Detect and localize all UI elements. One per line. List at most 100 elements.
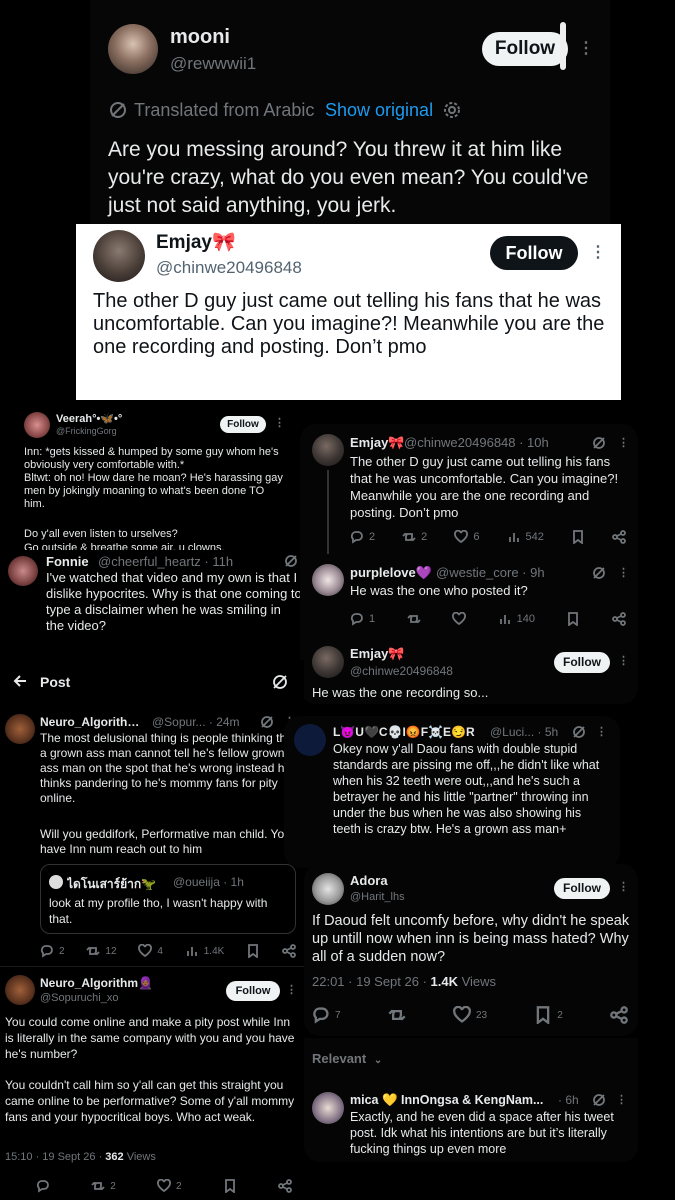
more-options-icon[interactable]: ⋮ xyxy=(578,38,595,58)
more-options-icon[interactable]: ⋮ xyxy=(274,416,286,429)
reply-button[interactable]: 2 xyxy=(350,530,375,544)
repost-button[interactable]: 12 xyxy=(86,944,117,958)
author-handle[interactable]: @Sopuruchi_xo xyxy=(40,992,118,1004)
more-options-icon[interactable]: ⋮ xyxy=(590,242,607,262)
more-options-icon[interactable]: ⋮ xyxy=(618,436,630,449)
author-handle[interactable]: @chinwe20496848 xyxy=(156,258,302,278)
author-name[interactable]: Emjay🎀 xyxy=(350,435,405,451)
follow-button[interactable]: Follow xyxy=(226,981,280,1001)
more-options-icon[interactable]: ⋮ xyxy=(616,1093,628,1106)
author-name[interactable]: Neuro_Algorithm🧕🏾 xyxy=(40,715,150,729)
avatar[interactable] xyxy=(312,434,344,466)
repost-button[interactable] xyxy=(406,612,421,626)
follow-button[interactable]: Follow xyxy=(220,416,266,433)
author-handle[interactable]: · 6h xyxy=(558,1093,579,1107)
grok-icon[interactable] xyxy=(284,554,298,568)
author-handle[interactable]: @chinwe20496848 xyxy=(350,664,453,678)
author-name[interactable]: Neuro_Algorithm🧕🏾 xyxy=(40,976,153,990)
avatar[interactable] xyxy=(294,724,326,756)
repost-button[interactable]: 2 xyxy=(91,1179,116,1193)
avatar[interactable] xyxy=(312,646,344,678)
author-handle[interactable]: @cheerful_heartz · 11h xyxy=(98,554,233,569)
author-handle[interactable]: @oueiija · 1h xyxy=(173,875,244,889)
post-header: Post xyxy=(0,660,304,704)
share-icon[interactable] xyxy=(612,612,626,626)
author-handle[interactable]: @Luci... · 5h xyxy=(490,725,558,739)
settings-gear-icon[interactable] xyxy=(442,100,462,120)
bookmark-icon[interactable] xyxy=(246,944,260,958)
scrollbar[interactable] xyxy=(560,22,566,70)
author-handle[interactable]: @chinwe20496848 · 10h xyxy=(404,435,549,450)
follow-button[interactable]: Follow xyxy=(554,878,610,899)
author-name[interactable]: Fonnie xyxy=(46,554,89,569)
reply-button[interactable] xyxy=(36,1179,50,1193)
grok-icon[interactable] xyxy=(592,566,606,580)
reply-count: 1 xyxy=(369,613,376,625)
avatar[interactable] xyxy=(5,975,35,1005)
avatar[interactable] xyxy=(93,230,145,282)
reply-button[interactable]: 2 xyxy=(40,944,65,958)
avatar[interactable] xyxy=(312,564,344,596)
views-button[interactable]: 140 xyxy=(498,612,535,626)
bookmark-icon[interactable] xyxy=(566,612,580,626)
author-handle[interactable]: @westie_core · 9h xyxy=(436,565,545,580)
avatar[interactable] xyxy=(24,412,50,438)
avatar[interactable] xyxy=(312,873,344,905)
repost-button[interactable] xyxy=(388,1006,406,1024)
views-button[interactable]: 542 xyxy=(507,530,544,544)
like-button[interactable] xyxy=(452,612,467,626)
author-handle[interactable]: @rewwwii1 xyxy=(170,54,256,74)
grok-icon[interactable] xyxy=(272,674,288,690)
avatar[interactable] xyxy=(312,1092,344,1124)
author-name[interactable]: mooni xyxy=(170,26,230,49)
back-arrow-icon[interactable] xyxy=(12,673,28,689)
share-icon[interactable] xyxy=(610,1006,628,1024)
follow-button[interactable]: Follow xyxy=(482,32,568,66)
grok-icon[interactable] xyxy=(592,1093,606,1107)
more-options-icon[interactable]: ⋮ xyxy=(618,566,630,579)
like-button[interactable]: 2 xyxy=(157,1179,182,1193)
grok-icon[interactable] xyxy=(260,715,274,729)
avatar[interactable] xyxy=(108,24,158,74)
author-name[interactable]: purplelove💜 xyxy=(350,565,432,581)
author-handle[interactable]: @FrickingGorg xyxy=(56,426,117,436)
author-name[interactable]: Veerah°•🦋•° xyxy=(56,412,122,425)
bookmark-icon[interactable] xyxy=(223,1179,237,1193)
author-name[interactable]: mica 💛 InnOngsa & KengNam... xyxy=(350,1093,543,1108)
grok-icon[interactable] xyxy=(592,436,606,450)
bookmark-icon[interactable] xyxy=(571,530,585,544)
author-name[interactable]: ไดโนเสาร์ย้าก🦖 xyxy=(67,875,156,894)
follow-button[interactable]: Follow xyxy=(554,652,610,673)
author-name[interactable]: Adora xyxy=(350,873,388,888)
more-options-icon[interactable]: ⋮ xyxy=(618,654,630,667)
like-button[interactable]: 4 xyxy=(138,944,163,958)
share-icon[interactable] xyxy=(282,944,296,958)
grok-icon[interactable] xyxy=(572,725,586,739)
bookmark-button[interactable]: 2 xyxy=(534,1006,563,1024)
views-button[interactable]: 1.4K xyxy=(185,944,224,958)
avatar[interactable] xyxy=(5,714,35,744)
quoted-post-card[interactable]: Emjay🎀 @chinwe20496848 Follow ⋮ The othe… xyxy=(76,224,621,400)
like-button[interactable]: 23 xyxy=(452,1006,487,1024)
quote-card[interactable]: ไดโนเสาร์ย้าก🦖 @oueiija · 1h look at my … xyxy=(40,864,296,934)
reply-button[interactable]: 7 xyxy=(312,1006,341,1024)
more-options-icon[interactable]: ⋮ xyxy=(286,983,298,996)
author-name[interactable]: Emjay🎀 xyxy=(156,230,236,254)
author-name[interactable]: Emjay🎀 xyxy=(350,646,405,662)
more-options-icon[interactable]: ⋮ xyxy=(596,725,608,738)
author-name[interactable]: L😈U🖤C💀I😡F☠️E😏R xyxy=(333,725,475,739)
avatar[interactable] xyxy=(8,556,38,586)
show-original-link[interactable]: Show original xyxy=(325,100,433,121)
follow-button[interactable]: Follow xyxy=(490,236,578,270)
author-handle[interactable]: @Harit_lhs xyxy=(350,891,405,903)
bookmark-count: 2 xyxy=(557,1009,563,1021)
relevant-dropdown[interactable]: Relevant ⌄ xyxy=(312,1051,382,1066)
avatar[interactable] xyxy=(49,875,63,889)
reply-button[interactable]: 1 xyxy=(350,612,375,626)
share-icon[interactable] xyxy=(612,530,626,544)
share-icon[interactable] xyxy=(278,1179,292,1193)
like-button[interactable]: 6 xyxy=(454,530,479,544)
author-handle[interactable]: @Sopur... · 24m xyxy=(152,715,240,729)
more-options-icon[interactable]: ⋮ xyxy=(618,880,630,893)
repost-button[interactable]: 2 xyxy=(402,530,427,544)
